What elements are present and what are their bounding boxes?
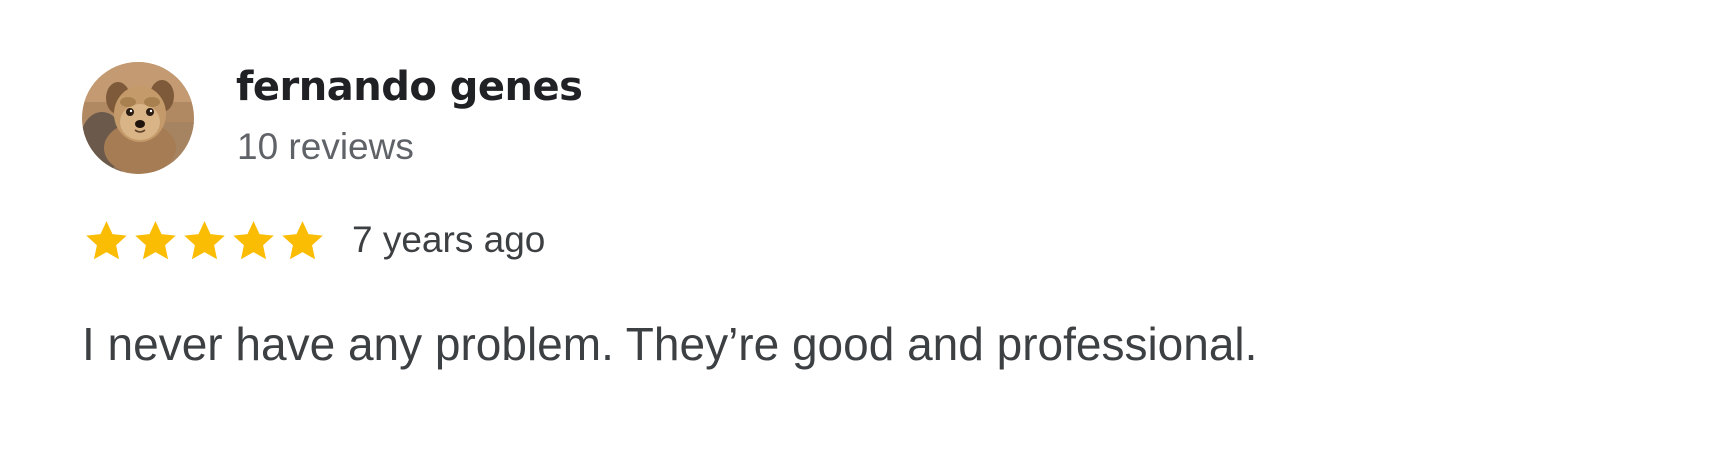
star-icon xyxy=(282,220,323,259)
review-card: fernando genes 10 reviews 7 years ago I … xyxy=(0,0,1725,454)
star-icon xyxy=(86,220,127,259)
dog-avatar-image xyxy=(82,62,194,174)
star-rating xyxy=(82,216,327,265)
star-icon xyxy=(135,220,176,259)
review-text: I never have any problem. They’re good a… xyxy=(82,318,1258,370)
reviewer-name[interactable]: fernando genes xyxy=(236,62,583,112)
star-icon xyxy=(233,220,274,259)
reviewer-avatar[interactable] xyxy=(82,62,194,174)
star-icon xyxy=(184,220,225,259)
review-date: 7 years ago xyxy=(352,219,546,260)
rating-row: 7 years ago xyxy=(82,215,545,265)
review-count: 10 reviews xyxy=(237,126,414,167)
